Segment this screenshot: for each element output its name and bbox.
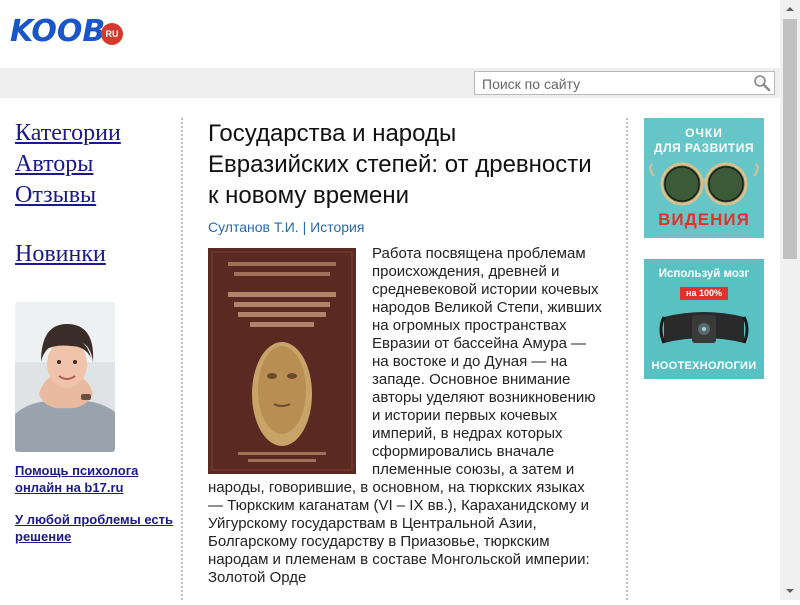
ad2-line1: Используй мозг: [658, 268, 750, 280]
promo-link-solution[interactable]: У любой проблемы есть решение: [15, 511, 175, 545]
nav-link-reviews[interactable]: Отзывы: [15, 180, 175, 211]
site-logo[interactable]: KOOB RU: [10, 14, 123, 50]
ad2-line3: НООТЕХНОЛОГИИ: [651, 360, 757, 372]
meta-separator: |: [302, 219, 307, 235]
search-input[interactable]: [480, 74, 754, 94]
ad2-badge: на 100%: [680, 287, 728, 300]
scroll-thumb[interactable]: [783, 19, 797, 259]
nav-link-authors[interactable]: Авторы: [15, 149, 175, 180]
page-scrollbar[interactable]: [780, 0, 800, 600]
ad-banner-brain[interactable]: Используй мозг на 100% НООТЕХНОЛОГИИ: [644, 259, 764, 379]
ad1-line3: ВИДЕНИЯ: [658, 210, 750, 229]
ad1-line2: ДЛЯ РАЗВИТИЯ: [654, 141, 754, 155]
nav-link-categories[interactable]: Категории: [15, 118, 175, 149]
psychologist-photo[interactable]: [15, 302, 115, 452]
book-content: Государства и народы Евразийских степей:…: [208, 118, 603, 586]
logo-badge: RU: [101, 23, 123, 45]
logo-text: KOOB: [10, 14, 106, 49]
book-cover-image[interactable]: [208, 248, 356, 474]
left-divider: [181, 118, 183, 600]
book-author-link[interactable]: Султанов Т.И.: [208, 219, 299, 235]
headband-icon: [659, 312, 749, 344]
search-icon[interactable]: [753, 74, 771, 92]
search-box: [474, 71, 775, 95]
promo-link-psychologist[interactable]: Помощь психолога онлайн на b17.ru: [15, 462, 175, 496]
scroll-down-arrow-icon[interactable]: [780, 582, 800, 600]
site-header: KOOB RU: [0, 0, 780, 68]
left-nav: Категории Авторы Отзывы Новинки: [15, 118, 175, 270]
ad1-line1: ОЧКИ: [685, 126, 723, 140]
search-bar: [0, 68, 780, 98]
ad-banner-glasses[interactable]: ОЧКИ ДЛЯ РАЗВИТИЯ ВИДЕНИЯ: [644, 118, 764, 238]
nav-link-new[interactable]: Новинки: [15, 239, 175, 270]
book-category-link[interactable]: История: [310, 219, 364, 235]
book-title: Государства и народы Евразийских степей:…: [208, 120, 592, 209]
scroll-up-arrow-icon[interactable]: [780, 0, 800, 18]
book-meta: Султанов Т.И. | История: [208, 219, 603, 235]
glasses-icon: [649, 162, 759, 206]
right-divider: [626, 118, 628, 600]
